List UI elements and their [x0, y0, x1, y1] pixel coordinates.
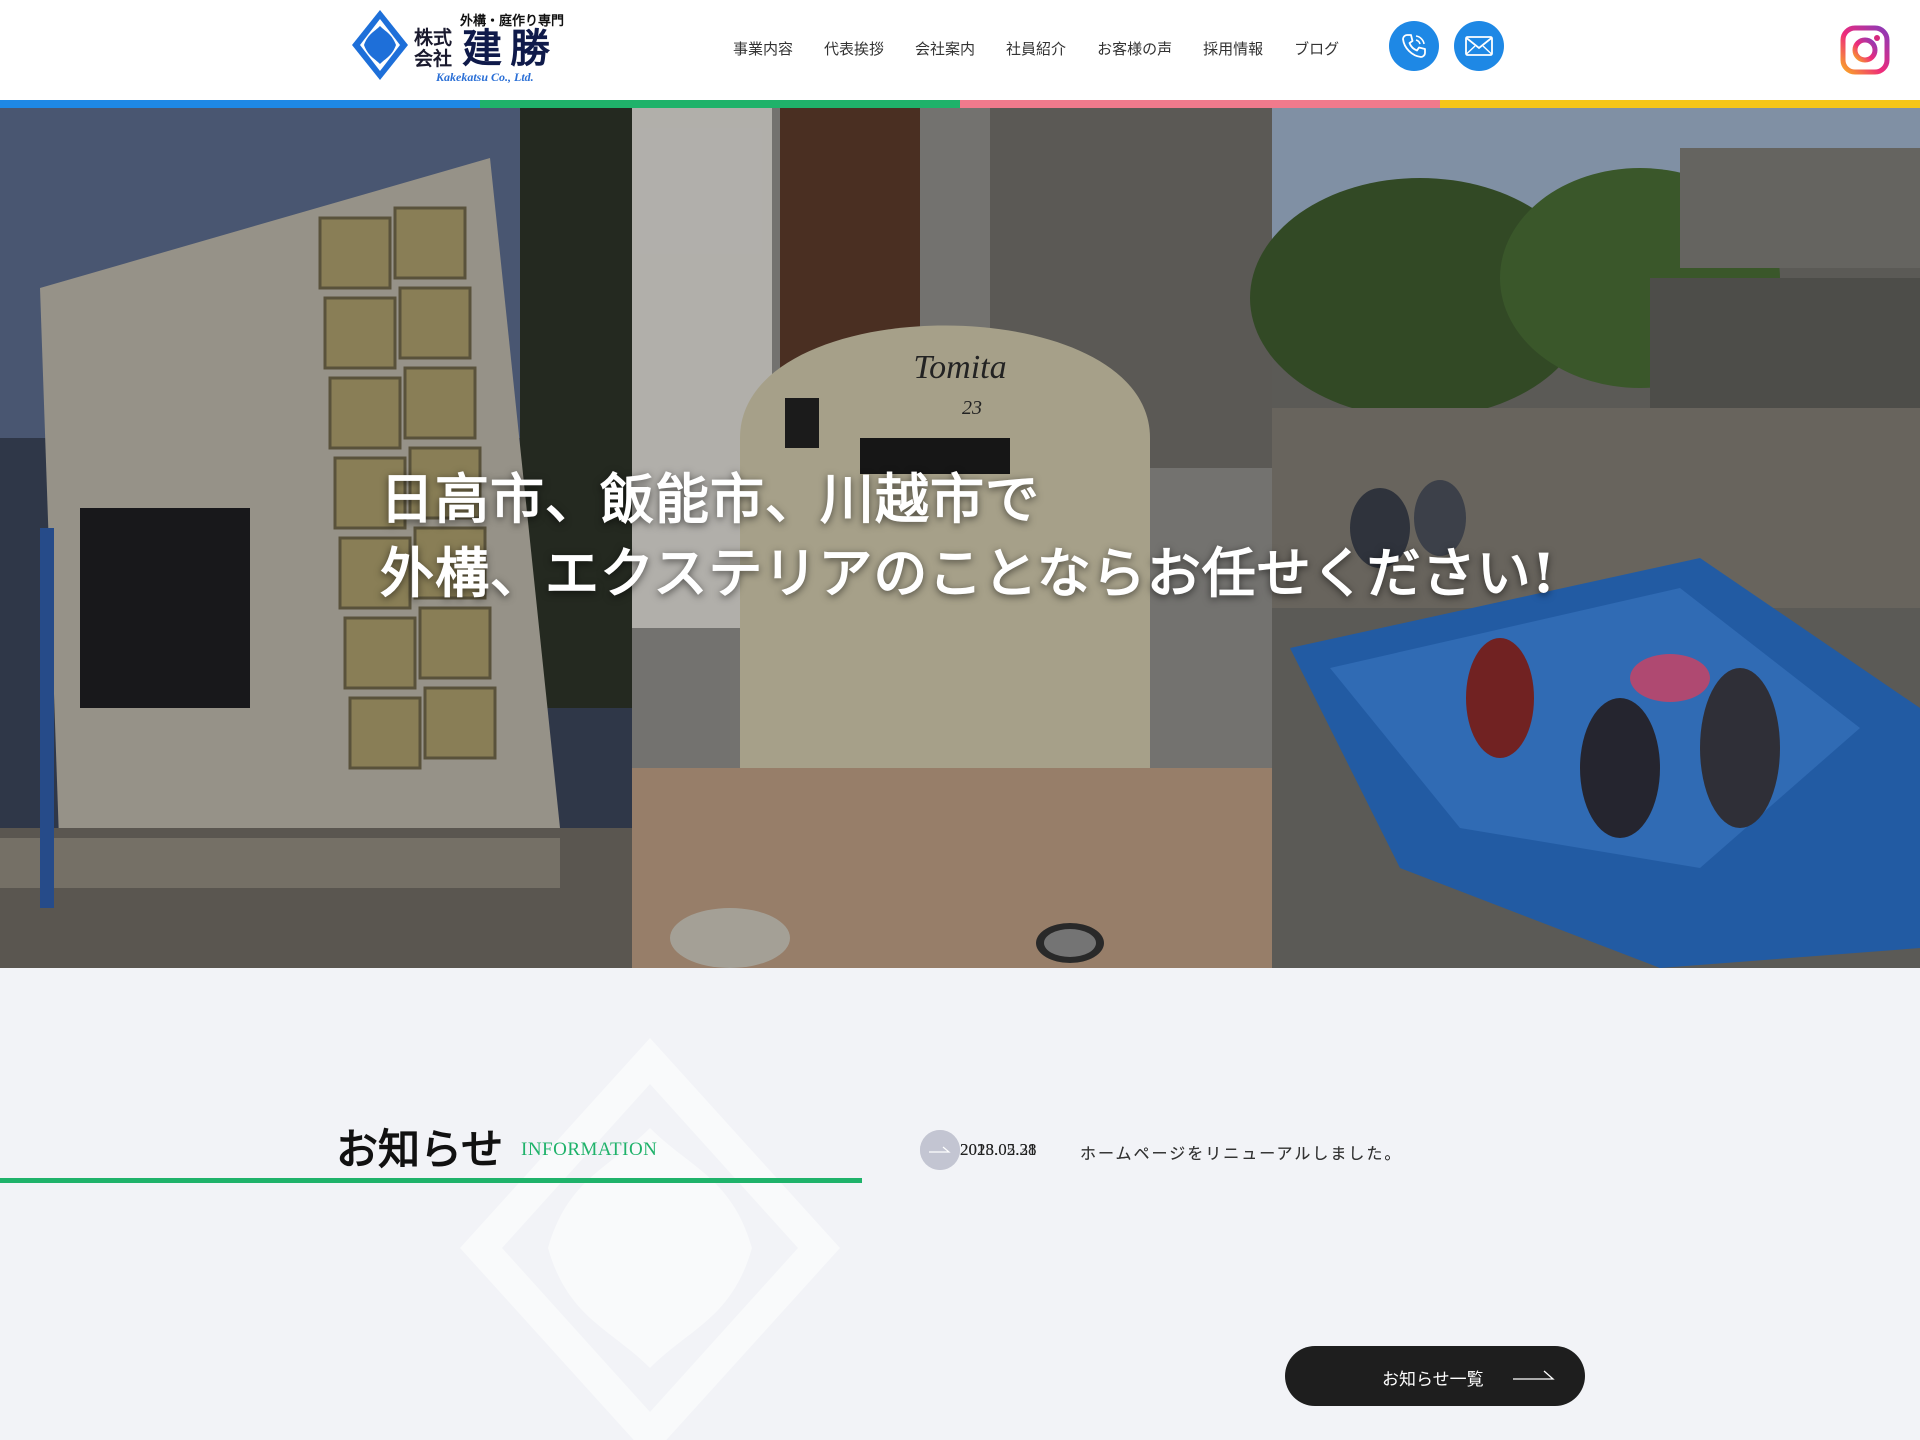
hero-catchcopy-line-1: 日高市、飯能市、川越市で [380, 467, 1040, 531]
news-list-button-label: お知らせ一覧 [1382, 1370, 1484, 1390]
hero-slider: Tomita 23 日高市、飯能市、川越市で 外構、エクステリアのことならお任せ… [0, 108, 1920, 968]
logo-kabushiki: 株式会社 [414, 27, 453, 70]
main-nav: 事業内容 代表挨拶 会社案内 社員紹介 お客様の声 採用情報 ブログ [733, 38, 1339, 59]
color-bar-blue [0, 100, 480, 108]
phone-button[interactable] [1389, 21, 1439, 71]
nav-item-recruit[interactable]: 採用情報 [1203, 38, 1263, 59]
nav-item-staff[interactable]: 社員紹介 [1006, 38, 1066, 59]
site-header: 株式会社 外構・庭作り専門 建勝 Kakekatsu Co., Ltd. 事業内… [0, 0, 1920, 100]
logo-english-name: Kakekatsu Co., Ltd. [436, 70, 534, 84]
logo-company-name: 建勝 [462, 25, 558, 72]
logo-diamond-icon [352, 10, 408, 80]
info-subtitle: INFORMATION [521, 1139, 658, 1160]
news-list-button[interactable]: お知らせ一覧 [1285, 1346, 1585, 1406]
nav-item-greeting[interactable]: 代表挨拶 [824, 38, 884, 59]
long-arrow-right-icon [1513, 1370, 1555, 1380]
header-color-bar [0, 100, 1920, 108]
info-section: お知らせ INFORMATION 2023.05.31 ホームページをリニューア… [0, 968, 1920, 1440]
mail-icon [1465, 36, 1493, 56]
arrow-right-icon [929, 1146, 951, 1153]
phone-icon [1402, 34, 1426, 58]
color-bar-pink [960, 100, 1440, 108]
info-title: お知らせ [336, 1125, 504, 1174]
news-title: ホームページをリニューアルしました。 [1080, 1144, 1403, 1163]
nav-item-business[interactable]: 事業内容 [733, 38, 793, 59]
hero-catchcopy: 日高市、飯能市、川越市で 外構、エクステリアのことならお任せください! [380, 462, 1556, 610]
info-title-underline [0, 1178, 862, 1183]
color-bar-yellow [1440, 100, 1920, 108]
color-bar-green [480, 100, 960, 108]
mail-button[interactable] [1454, 21, 1504, 71]
background-logo-watermark [460, 1038, 840, 1440]
nav-item-blog[interactable]: ブログ [1294, 38, 1339, 59]
instagram-icon [1840, 25, 1890, 75]
site-logo[interactable]: 株式会社 外構・庭作り専門 建勝 Kakekatsu Co., Ltd. [352, 6, 572, 86]
nav-item-voices[interactable]: お客様の声 [1097, 38, 1172, 59]
instagram-link[interactable] [1840, 25, 1890, 75]
news-arrow-button[interactable] [920, 1130, 960, 1170]
news-date: 2018.02.28 [960, 1140, 1037, 1159]
nav-item-company[interactable]: 会社案内 [915, 38, 975, 59]
hero-catchcopy-line-2: 外構、エクステリアのことならお任せください! [380, 541, 1557, 605]
